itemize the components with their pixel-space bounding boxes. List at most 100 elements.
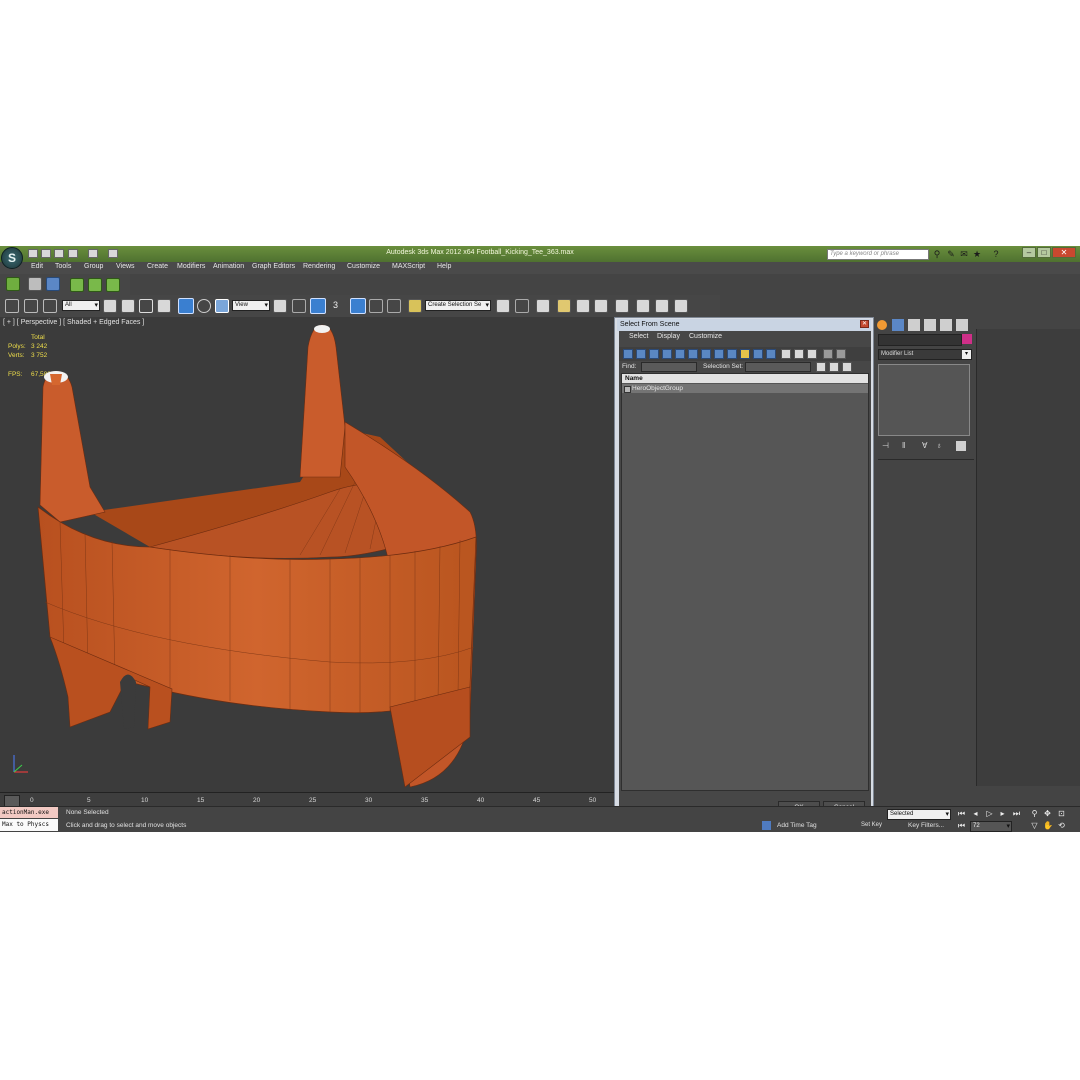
display-all-icon[interactable]: [781, 349, 791, 359]
render-production-icon[interactable]: [674, 299, 688, 313]
select-link-icon[interactable]: [5, 299, 19, 313]
render-setup-icon[interactable]: [636, 299, 650, 313]
shapes-filter-icon[interactable]: [636, 349, 646, 359]
project-icon[interactable]: [108, 249, 118, 258]
dialog-menu-display[interactable]: Display: [657, 333, 680, 340]
perspective-viewport[interactable]: [ + ] [ Perspective ] [ Shaded + Edged F…: [0, 317, 614, 792]
go-to-end-icon[interactable]: ⏭: [1012, 809, 1021, 818]
chevron-down-icon[interactable]: ▾: [962, 350, 971, 359]
scene-object-list[interactable]: Name HeroObjectGroup: [621, 373, 869, 791]
reference-coordinate-dropdown[interactable]: View: [232, 300, 270, 311]
create-set-icon[interactable]: [816, 362, 826, 372]
delete-set-icon[interactable]: [842, 362, 852, 372]
percent-snap-icon[interactable]: [369, 299, 383, 313]
motion-tab-icon[interactable]: [924, 319, 936, 331]
object-color-swatch[interactable]: [962, 334, 972, 344]
menu-tools[interactable]: Tools: [55, 263, 71, 270]
dialog-menu-customize[interactable]: Customize: [689, 333, 722, 340]
save-icon[interactable]: [54, 249, 64, 258]
modify-tab-icon[interactable]: [892, 319, 904, 331]
spinner-snap-icon[interactable]: [387, 299, 401, 313]
select-object-icon[interactable]: [103, 299, 117, 313]
helpers-filter-icon[interactable]: [675, 349, 685, 359]
keyboard-shortcut-override-icon[interactable]: [310, 298, 326, 314]
time-slider[interactable]: 0 5 10 15 20 25 30 35 40 45 50: [0, 792, 614, 807]
mirror-icon[interactable]: [496, 299, 510, 313]
align-icon[interactable]: [515, 299, 529, 313]
sync-selection-icon[interactable]: [823, 349, 833, 359]
close-button[interactable]: ✕: [1052, 247, 1076, 258]
link-icon[interactable]: [46, 277, 60, 291]
orbit-icon[interactable]: ⟲: [1057, 821, 1066, 830]
zoom-extents-icon[interactable]: ⊡: [1057, 809, 1066, 818]
configure-modifier-sets-icon[interactable]: [956, 441, 966, 451]
space-warps-filter-icon[interactable]: [688, 349, 698, 359]
layer-add-icon[interactable]: [70, 278, 84, 292]
unlink-icon[interactable]: [24, 299, 38, 313]
display-tab-icon[interactable]: [940, 319, 952, 331]
curve-editor-icon[interactable]: [576, 299, 590, 313]
layer-manager-icon[interactable]: [6, 277, 20, 291]
menu-create[interactable]: Create: [147, 263, 168, 270]
containers-filter-icon[interactable]: [740, 349, 750, 359]
zoom-icon[interactable]: ⚲: [1030, 809, 1039, 818]
object-name-field[interactable]: [878, 334, 962, 346]
window-crossing-icon[interactable]: [157, 299, 171, 313]
maxscript-input-line[interactable]: Max to Physcs: [0, 819, 58, 831]
filter-icon[interactable]: [836, 349, 846, 359]
app-logo-icon[interactable]: S: [1, 247, 23, 269]
modifier-stack[interactable]: [878, 364, 970, 436]
material-editor-icon[interactable]: [615, 299, 629, 313]
menu-customize[interactable]: Customize: [347, 263, 380, 270]
frozen-filter-icon[interactable]: [753, 349, 763, 359]
minimize-button[interactable]: –: [1022, 247, 1036, 258]
cameras-filter-icon[interactable]: [662, 349, 672, 359]
menu-graph-editors[interactable]: Graph Editors: [252, 263, 295, 270]
help-icon[interactable]: ?: [991, 249, 1001, 259]
hidden-filter-icon[interactable]: [766, 349, 776, 359]
menu-help[interactable]: Help: [437, 263, 451, 270]
geometry-filter-icon[interactable]: [623, 349, 633, 359]
menu-views[interactable]: Views: [116, 263, 135, 270]
move-icon[interactable]: [178, 298, 194, 314]
maxscript-listener-line[interactable]: actionMan.exe: [0, 807, 58, 818]
menu-animation[interactable]: Animation: [213, 263, 244, 270]
undo-icon[interactable]: [68, 249, 78, 258]
key-filters-button[interactable]: Key Filters...: [908, 822, 944, 829]
key-mode-dropdown[interactable]: Selected: [887, 809, 951, 820]
favorites-star-icon[interactable]: ★: [972, 249, 982, 259]
lights-filter-icon[interactable]: [649, 349, 659, 359]
set-key-label[interactable]: Set Key: [861, 822, 882, 828]
dialog-title[interactable]: Select From Scene: [617, 319, 871, 331]
utilities-tab-icon[interactable]: [956, 319, 968, 331]
rectangular-selection-icon[interactable]: [139, 299, 153, 313]
previous-frame-icon[interactable]: ◂: [971, 809, 980, 818]
scale-icon[interactable]: [215, 299, 229, 313]
make-unique-icon[interactable]: ∀: [922, 441, 932, 451]
hierarchy-tab-icon[interactable]: [908, 319, 920, 331]
dialog-close-icon[interactable]: ✕: [860, 320, 869, 328]
schematic-view-icon[interactable]: [594, 299, 608, 313]
rotate-icon[interactable]: [197, 299, 211, 313]
rendered-frame-window-icon[interactable]: [655, 299, 669, 313]
named-selection-set-dropdown[interactable]: Create Selection Se: [425, 300, 491, 311]
play-icon[interactable]: ▷: [985, 809, 994, 818]
pan-icon[interactable]: ✋: [1043, 821, 1053, 830]
groups-filter-icon[interactable]: [701, 349, 711, 359]
menu-group[interactable]: Group: [84, 263, 103, 270]
xrefs-filter-icon[interactable]: [714, 349, 724, 359]
select-by-name-icon[interactable]: [121, 299, 135, 313]
add-time-tag[interactable]: Add Time Tag: [777, 822, 817, 829]
snaps-toggle[interactable]: 3: [333, 300, 338, 310]
find-input[interactable]: [641, 362, 697, 372]
menu-maxscript[interactable]: MAXScript: [392, 263, 425, 270]
field-of-view-icon[interactable]: ▽: [1030, 821, 1039, 830]
layer-manager-toolbar-icon[interactable]: [536, 299, 550, 313]
maximize-button[interactable]: □: [1037, 247, 1051, 258]
current-frame-field[interactable]: 72: [970, 821, 1012, 832]
column-header-name[interactable]: Name: [622, 374, 868, 383]
next-frame-icon[interactable]: ▸: [998, 809, 1007, 818]
search-input[interactable]: Type a keyword or phrase: [827, 249, 929, 260]
edit-named-selection-icon[interactable]: [408, 299, 422, 313]
selection-set-dropdown[interactable]: [745, 362, 811, 372]
